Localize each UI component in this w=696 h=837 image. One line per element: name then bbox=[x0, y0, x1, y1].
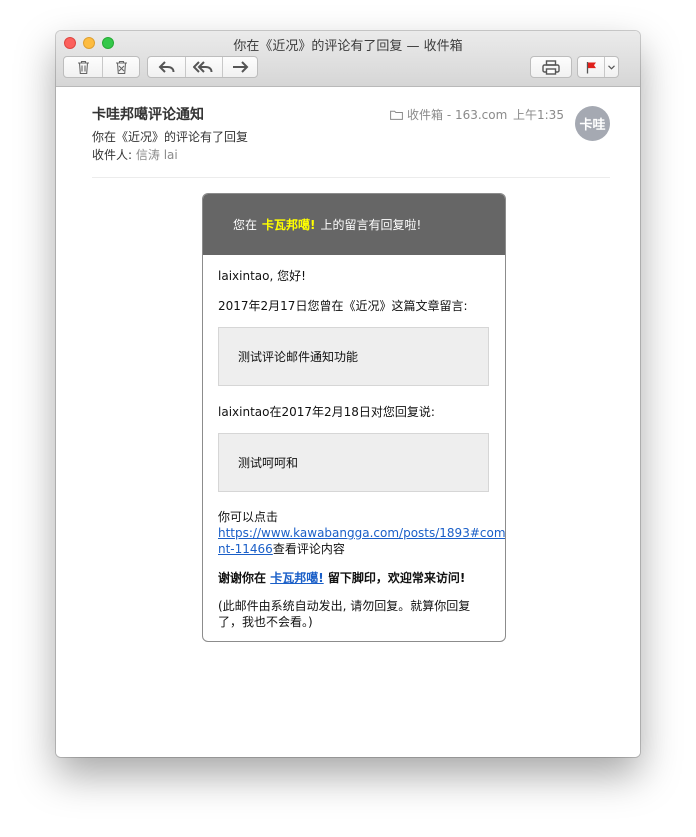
comment-intro: 2017年2月17日您曾在《近况》这篇文章留言: bbox=[218, 299, 468, 313]
chevron-down-icon bbox=[608, 64, 616, 70]
flag-button[interactable] bbox=[578, 57, 604, 77]
junk-icon bbox=[115, 60, 127, 74]
reply-button[interactable] bbox=[148, 57, 185, 77]
quoted-comment: 测试评论邮件通知功能 bbox=[218, 327, 489, 386]
flag-menu-button[interactable] bbox=[604, 57, 618, 77]
message-summary: 你在《近况》的评论有了回复 bbox=[92, 130, 249, 144]
banner-site-name: 卡瓦邦噶! bbox=[262, 218, 316, 232]
header-divider bbox=[92, 177, 610, 178]
forward-icon bbox=[233, 61, 249, 73]
thanks-prefix: 谢谢你在 bbox=[218, 571, 267, 585]
footer-line-2: 了，我也不会看。) bbox=[218, 615, 313, 629]
email-banner: 您在 卡瓦邦噶! 上的留言有回复啦! bbox=[203, 194, 505, 255]
reply-all-button[interactable] bbox=[185, 57, 222, 77]
site-link[interactable]: 卡瓦邦噶! bbox=[270, 571, 323, 585]
comment-link[interactable]: https://www.kawabangga.com/posts/1893#co… bbox=[218, 526, 505, 540]
reply-intro: laixintao在2017年2月18日对您回复说: bbox=[218, 405, 435, 419]
message-view: 卡哇邦噶评论通知 你在《近况》的评论有了回复 收件人: 信涛 lai 收件箱 -… bbox=[56, 87, 640, 757]
avatar: 卡哇 bbox=[575, 106, 610, 141]
message-subject: 卡哇邦噶评论通知 bbox=[92, 107, 204, 123]
delete-button[interactable] bbox=[64, 57, 102, 77]
print-button[interactable] bbox=[530, 56, 572, 78]
email-card: 您在 卡瓦邦噶! 上的留言有回复啦! laixintao, 您好! 2017年2… bbox=[202, 193, 506, 642]
print-icon bbox=[542, 59, 560, 75]
click-suffix: 查看评论内容 bbox=[272, 542, 345, 556]
titlebar: 你在《近况》的评论有了回复 — 收件箱 bbox=[56, 31, 640, 87]
trash-icon bbox=[77, 60, 89, 74]
flag-group bbox=[577, 56, 619, 78]
window-title: 你在《近况》的评论有了回复 — 收件箱 bbox=[233, 39, 463, 54]
view-link-paragraph: 你可以点击 https://www.kawabangga.com/posts/1… bbox=[218, 509, 505, 557]
quoted-comment-text: 测试评论邮件通知功能 bbox=[238, 350, 359, 364]
mailbox-indicator[interactable]: 收件箱 - 163.com bbox=[390, 106, 507, 123]
greeting: laixintao, 您好! bbox=[218, 269, 306, 283]
mail-window: 你在《近况》的评论有了回复 — 收件箱 卡哇邦噶评论通知 你在《近况》的评论有了… bbox=[56, 31, 640, 757]
message-time: 上午1:35 bbox=[513, 108, 564, 122]
quoted-reply: 测试呵呵和 bbox=[218, 433, 489, 492]
reply-group bbox=[147, 56, 258, 78]
folder-icon bbox=[390, 110, 403, 120]
quoted-reply-text: 测试呵呵和 bbox=[238, 456, 299, 470]
flag-icon bbox=[586, 61, 596, 73]
thanks-line: 谢谢你在 卡瓦邦噶! 留下脚印，欢迎常来访问! bbox=[218, 569, 465, 586]
reply-icon bbox=[158, 61, 174, 73]
junk-button[interactable] bbox=[102, 57, 139, 77]
comment-link-continued[interactable]: nt-11466 bbox=[218, 542, 273, 556]
reply-all-icon bbox=[193, 61, 213, 73]
click-prefix: 你可以点击 bbox=[218, 510, 279, 524]
recipient-label: 收件人: bbox=[92, 148, 133, 162]
thanks-suffix: 留下脚印，欢迎常来访问! bbox=[327, 571, 466, 585]
footer-line-1: (此邮件由系统自动发出, 请勿回复。就算你回复 bbox=[218, 599, 471, 613]
recipient-value[interactable]: 信涛 lai bbox=[136, 148, 178, 162]
forward-button[interactable] bbox=[222, 57, 257, 77]
delete-junk-group bbox=[63, 56, 140, 78]
recipient-line: 收件人: 信涛 lai bbox=[92, 146, 178, 163]
banner-prefix: 您在 bbox=[233, 218, 258, 232]
mailbox-label: 收件箱 - 163.com bbox=[407, 108, 508, 122]
banner-suffix: 上的留言有回复啦! bbox=[320, 218, 422, 232]
footer-note: (此邮件由系统自动发出, 请勿回复。就算你回复 了，我也不会看。) bbox=[218, 598, 470, 630]
